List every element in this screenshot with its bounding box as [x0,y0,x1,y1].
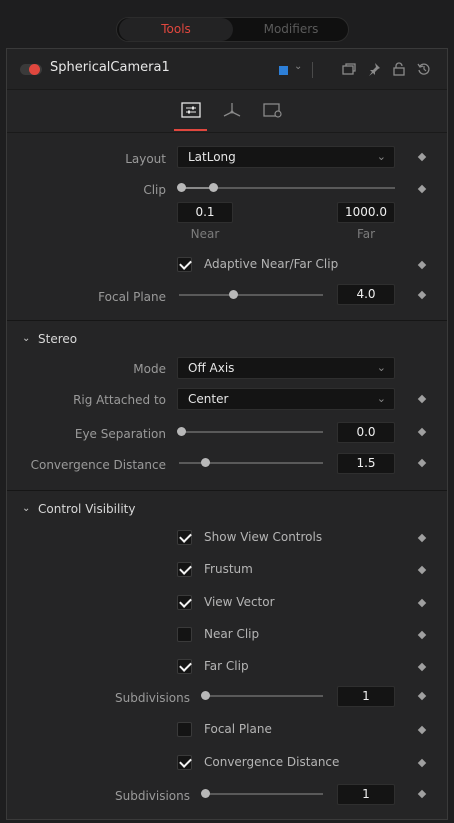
clip-far-handle[interactable] [209,183,218,192]
near-clip-label: Near Clip [204,627,260,641]
settings-tab-icon[interactable] [262,101,284,119]
eye-separation-label: Eye Separation [74,427,166,441]
far-clip-label: Far Clip [204,659,249,673]
clip-keyframe-icon[interactable] [417,184,427,194]
window-icon[interactable] [342,62,356,76]
focal-plane-label: Focal Plane [98,290,166,304]
subdivisions-label: Subdivisions [114,789,190,803]
subdivisions-label: Subdivisions [114,691,190,705]
show-view-controls-checkbox[interactable] [177,530,192,545]
tools-modifiers-switch: Tools Modifiers [116,17,349,42]
eye-separation-field[interactable]: 0.0 [337,422,395,443]
lock-icon[interactable] [392,62,406,76]
rig-attached-value: Center [188,392,229,406]
convergence-distance-visibility-label: Convergence Distance [204,755,340,769]
inspector-panel: SphericalCamera1 ⌄ Layout LatLong ⌄ Clip… [6,48,448,820]
subdivisions-field[interactable]: 1 [337,784,395,805]
layout-keyframe-icon[interactable] [417,152,427,162]
layout-label: Layout [125,152,166,166]
tool-header: SphericalCamera1 ⌄ [7,49,447,89]
convergence-distance-checkbox[interactable] [177,755,192,770]
chevron-down-icon: ⌄ [376,150,386,163]
control-visibility-section-header[interactable]: ⌄ Control Visibility [7,497,447,523]
near-label: Near [190,227,220,241]
clip-near-handle[interactable] [177,183,186,192]
near-clip-checkbox[interactable] [177,627,192,642]
mode-value: Off Axis [188,361,235,375]
reset-icon[interactable] [417,62,431,76]
rig-attached-dropdown[interactable]: Center ⌄ [177,388,395,410]
show-view-controls-keyframe-icon[interactable] [417,533,427,543]
chevron-down-icon: ⌄ [22,333,31,344]
adaptive-clip-keyframe-icon[interactable] [417,260,427,270]
focal-plane-visibility-keyframe-icon[interactable] [417,725,427,735]
convergence-keyframe-icon[interactable] [417,458,427,468]
frustum-keyframe-icon[interactable] [417,565,427,575]
far-clip-checkbox[interactable] [177,659,192,674]
view-vector-keyframe-icon[interactable] [417,598,427,608]
tool-enable-toggle[interactable] [20,64,42,75]
chevron-down-icon: ⌄ [22,503,31,514]
layout-dropdown[interactable]: LatLong ⌄ [177,146,395,168]
inspector-icon-tabs [7,89,447,133]
far-clip-keyframe-icon[interactable] [417,662,427,672]
toggle-knob [29,64,40,75]
subdivisions-handle[interactable] [201,789,210,798]
convergence-distance-visibility-keyframe-icon[interactable] [417,758,427,768]
stereo-section-header[interactable]: ⌄ Stereo [7,327,447,353]
tab-tools[interactable]: Tools [119,18,233,41]
tab-modifiers[interactable]: Modifiers [235,18,347,41]
view-vector-label: View Vector [204,595,275,609]
active-tab-indicator [174,129,207,131]
rig-attached-label: Rig Attached to [73,393,166,407]
convergence-distance-label: Convergence Distance [30,458,166,472]
section-divider [7,490,447,491]
adaptive-clip-checkbox[interactable] [177,257,192,272]
chevron-down-icon: ⌄ [376,392,386,405]
view-vector-checkbox[interactable] [177,595,192,610]
eye-separation-keyframe-icon[interactable] [417,427,427,437]
chevron-down-icon: ⌄ [376,361,386,374]
subdivisions-slider[interactable] [203,793,323,795]
chevron-down-icon[interactable]: ⌄ [294,61,302,72]
focal-plane-visibility-label: Focal Plane [204,722,272,736]
mode-label: Mode [133,362,166,376]
mode-dropdown[interactable]: Off Axis ⌄ [177,357,395,379]
layout-value: LatLong [188,150,236,164]
convergence-distance-field[interactable]: 1.5 [337,453,395,474]
stereo-section-title: Stereo [38,332,78,346]
focal-plane-handle[interactable] [229,290,238,299]
top-bar: Tools Modifiers [0,0,454,48]
show-view-controls-label: Show View Controls [204,530,323,544]
clip-label: Clip [143,183,166,197]
color-chip[interactable] [279,66,288,75]
far-label: Far [356,227,376,241]
focal-plane-checkbox[interactable] [177,722,192,737]
clip-far-field[interactable]: 1000.0 [337,202,395,223]
3d-transform-tab-icon[interactable] [221,101,243,119]
adaptive-clip-label: Adaptive Near/Far Clip [204,257,339,271]
subdivisions-keyframe-icon[interactable] [417,789,427,799]
section-divider [7,320,447,321]
focal-plane-keyframe-icon[interactable] [417,290,427,300]
subdivisions-slider[interactable] [203,695,323,697]
frustum-checkbox[interactable] [177,562,192,577]
subdivisions-keyframe-icon[interactable] [417,691,427,701]
tool-name: SphericalCamera1 [50,60,170,75]
pin-icon[interactable] [367,62,381,76]
eye-separation-slider[interactable] [179,431,323,433]
control-visibility-section-title: Control Visibility [38,502,136,516]
subdivisions-handle[interactable] [201,691,210,700]
rig-keyframe-icon[interactable] [417,394,427,404]
focal-plane-field[interactable]: 4.0 [337,284,395,305]
frustum-label: Frustum [204,562,253,576]
clip-near-field[interactable]: 0.1 [177,202,233,223]
convergence-distance-handle[interactable] [201,458,210,467]
subdivisions-field[interactable]: 1 [337,686,395,707]
eye-separation-handle[interactable] [177,427,186,436]
controls-tab-icon[interactable] [180,101,202,119]
header-divider [312,62,313,78]
near-clip-keyframe-icon[interactable] [417,630,427,640]
focal-plane-slider[interactable] [179,294,323,296]
